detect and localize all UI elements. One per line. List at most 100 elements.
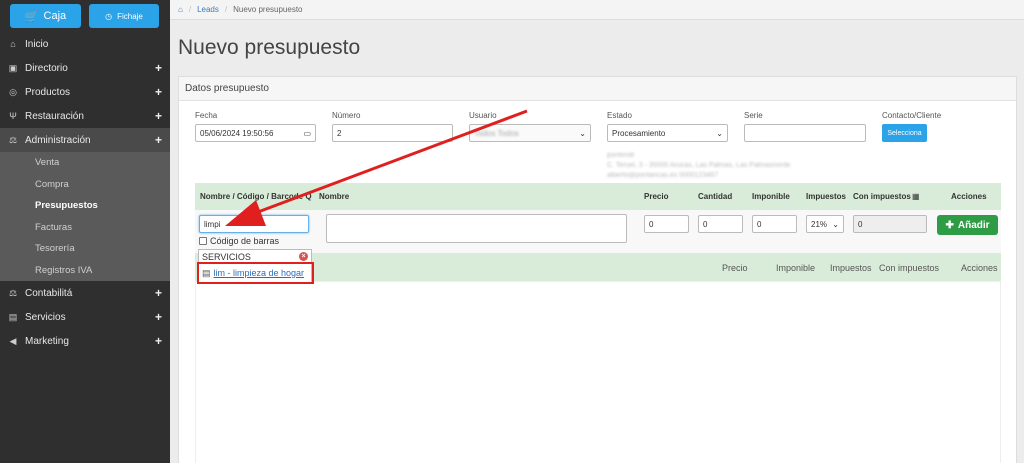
- sidebar-item-label: Restauración: [25, 110, 84, 122]
- submenu-item-presupuestos[interactable]: Presupuestos: [0, 195, 170, 217]
- contact-info-line: alberto@pontaricas.es 0000123467: [607, 172, 719, 179]
- contact-info-line: pontendr: [607, 152, 635, 159]
- nombre-textarea[interactable]: [326, 214, 627, 243]
- serie-label: Serie: [744, 111, 763, 120]
- submenu-item-facturas[interactable]: Facturas: [0, 217, 170, 239]
- sidebar: 🛒 Caja ◷ Fichaje ⌂ Inicio ▣ Directorio +…: [0, 0, 170, 463]
- sidebar-item-label: Contabilitá: [25, 287, 73, 299]
- con-impuestos-value: 0: [858, 219, 863, 229]
- header-con-impuestos: Con impuestos: [853, 192, 911, 201]
- selecciona-button[interactable]: Selecciona: [882, 124, 927, 142]
- cart-icon: 🛒: [24, 10, 39, 23]
- submenu-item-tesoreria[interactable]: Tesorería: [0, 238, 170, 260]
- product-search-value: limpi: [204, 219, 221, 229]
- cutlery-icon: Ψ: [9, 111, 17, 121]
- lines-table-header: Nombre / Código / Barcode Q Nombre Preci…: [195, 183, 1001, 210]
- estado-value: Procesamiento: [612, 128, 666, 138]
- home-icon: ⌂: [10, 39, 16, 49]
- header-nombre-codigo: Nombre / Código / Barcode Q: [200, 192, 312, 201]
- header-imponible: Imponible: [752, 192, 790, 201]
- autocomplete-group-label: SERVICIOS: [202, 251, 251, 262]
- product-search-input[interactable]: limpi: [199, 215, 309, 233]
- usuario-label: Usuario: [469, 111, 497, 120]
- caja-label: Caja: [43, 10, 67, 22]
- breadcrumb: ⌂ / Leads / Nuevo presupuesto: [170, 0, 1024, 20]
- plus-icon: +: [154, 109, 162, 123]
- chevron-down-icon: ⌄: [716, 128, 723, 138]
- plus-icon: ✚: [945, 219, 954, 231]
- precio-value: 0: [649, 219, 654, 229]
- page-title: Nuevo presupuesto: [178, 36, 361, 59]
- sidebar-item-productos[interactable]: ◎ Productos +: [0, 80, 170, 104]
- sidebar-item-label: Inicio: [25, 38, 49, 50]
- submenu-item-compra[interactable]: Compra: [0, 174, 170, 196]
- sidebar-item-label: Servicios: [25, 311, 66, 323]
- sidebar-item-restauracion[interactable]: Ψ Restauración +: [0, 104, 170, 128]
- imponible-input[interactable]: 0: [752, 215, 797, 233]
- items-table-header: Precio Imponible Impuestos Con impuestos…: [195, 254, 1001, 281]
- items-header-precio: Precio: [722, 263, 748, 273]
- sidebar-item-contabilita[interactable]: ⚖ Contabilitá +: [0, 281, 170, 305]
- submenu-item-registros-iva[interactable]: Registros IVA: [0, 260, 170, 282]
- calendar-icon[interactable]: ▭: [303, 129, 311, 138]
- calculator-icon[interactable]: ▦: [912, 192, 920, 201]
- breadcrumb-current: Nuevo presupuesto: [233, 5, 303, 14]
- numero-label: Número: [332, 111, 361, 120]
- panel-title: Datos presupuesto: [179, 77, 1016, 101]
- plus-icon: +: [154, 310, 162, 324]
- chevron-down-icon: ⌄: [579, 128, 586, 138]
- scale-icon: ⚖: [8, 287, 18, 298]
- items-table-body: [195, 281, 1001, 463]
- sidebar-item-inicio[interactable]: ⌂ Inicio: [0, 32, 170, 56]
- precio-input[interactable]: 0: [644, 215, 689, 233]
- home-icon[interactable]: ⌂: [178, 5, 183, 14]
- cantidad-input[interactable]: 0: [698, 215, 743, 233]
- sidebar-top-buttons: 🛒 Caja ◷ Fichaje: [0, 0, 170, 32]
- items-header-impuestos: Impuestos: [830, 263, 872, 273]
- sidebar-item-directorio[interactable]: ▣ Directorio +: [0, 56, 170, 80]
- numero-value: 2: [337, 128, 342, 138]
- close-icon[interactable]: ×: [299, 252, 308, 261]
- fichaje-label: Fichaje: [117, 11, 143, 21]
- contacto-label: Contacto/Cliente: [882, 111, 942, 120]
- sidebar-item-marketing[interactable]: ◀ Marketing +: [0, 329, 170, 353]
- fecha-label: Fecha: [195, 111, 218, 120]
- numero-input[interactable]: 2: [332, 124, 453, 142]
- fecha-input[interactable]: 05/06/2024 19:50:56 ▭: [195, 124, 316, 142]
- annotation-highlight-box: [197, 262, 314, 284]
- megaphone-icon: ◀: [9, 335, 17, 346]
- plus-icon: +: [154, 61, 162, 75]
- usuario-value: Todos Todos: [474, 128, 519, 138]
- impuestos-select[interactable]: 21% ⌄: [806, 215, 844, 233]
- plus-icon: +: [154, 334, 162, 348]
- plus-icon: +: [154, 133, 162, 147]
- con-impuestos-input: 0: [853, 215, 927, 233]
- checkbox-box[interactable]: [199, 237, 207, 245]
- briefcase-icon: ▤: [8, 311, 18, 322]
- submenu-item-venta[interactable]: Venta: [0, 152, 170, 174]
- sidebar-item-servicios[interactable]: ▤ Servicios +: [0, 305, 170, 329]
- barcode-checkbox[interactable]: Código de barras: [199, 236, 279, 246]
- clock-icon: ◷: [105, 11, 113, 21]
- items-header-acciones: Acciones: [961, 263, 998, 273]
- sidebar-item-administracion[interactable]: ⚖ Administración +: [0, 128, 170, 152]
- imponible-value: 0: [757, 219, 762, 229]
- items-header-con-impuestos: Con impuestos: [879, 263, 940, 273]
- add-line-button[interactable]: ✚ Añadir: [937, 215, 998, 235]
- cantidad-value: 0: [703, 219, 708, 229]
- book-icon: ▣: [8, 62, 18, 73]
- estado-select[interactable]: Procesamiento ⌄: [607, 124, 728, 142]
- fichaje-button[interactable]: ◷ Fichaje: [89, 4, 159, 28]
- serie-input[interactable]: [744, 124, 866, 142]
- header-impuestos: Impuestos: [806, 192, 847, 201]
- estado-label: Estado: [607, 111, 632, 120]
- impuestos-value: 21%: [811, 219, 828, 229]
- header-nombre: Nombre: [319, 192, 350, 201]
- administracion-submenu: Venta Compra Presupuestos Facturas Tesor…: [0, 152, 170, 281]
- usuario-select[interactable]: Todos Todos ⌄: [469, 124, 591, 142]
- breadcrumb-separator: /: [188, 5, 192, 14]
- caja-button[interactable]: 🛒 Caja: [10, 4, 81, 28]
- items-header-imponible: Imponible: [776, 263, 816, 273]
- header-precio: Precio: [644, 192, 669, 201]
- breadcrumb-leads[interactable]: Leads: [197, 5, 219, 14]
